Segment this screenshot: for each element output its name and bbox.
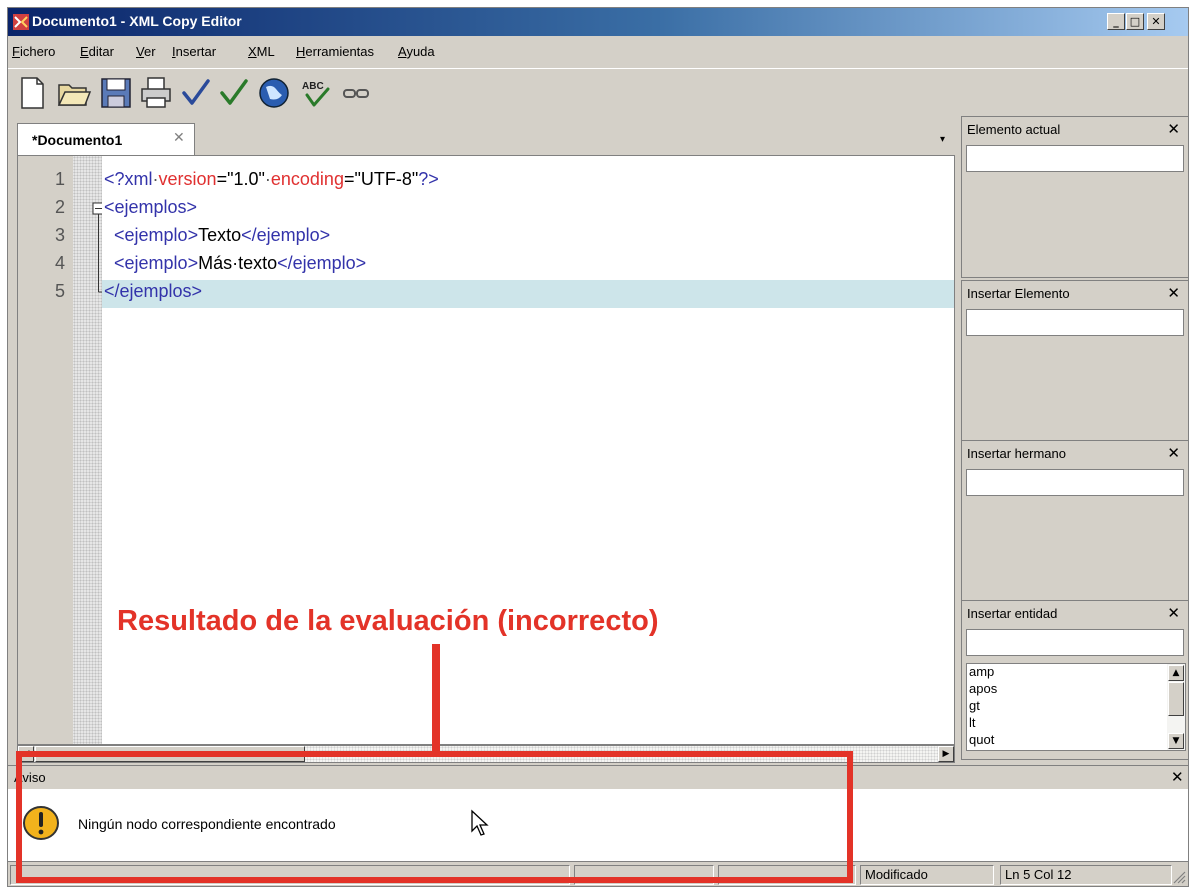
panel-insertar-elemento: Insertar Elemento ✕: [961, 280, 1188, 442]
attr-eq: =: [343, 169, 355, 189]
resize-grip-icon[interactable]: [1172, 870, 1186, 884]
pi-close: ?>: [418, 169, 439, 189]
open-tag: <ejemplo>: [114, 253, 199, 273]
code-line-3: <ejemplo>Texto</ejemplo>: [104, 225, 330, 246]
tab-documento1[interactable]: *Documento1 ✕: [17, 123, 195, 155]
code-line-4: <ejemplo>Más·texto</ejemplo>: [104, 253, 366, 274]
pi-name: xml: [124, 169, 153, 189]
check-wellformed-icon[interactable]: [178, 75, 214, 111]
line-number: 5: [54, 281, 65, 301]
close-tag: </ejemplos>: [104, 281, 203, 301]
tab-list-dropdown-icon[interactable]: ▾: [940, 135, 950, 145]
panel-title: Elemento actual: [967, 122, 1061, 137]
link-icon[interactable]: [338, 75, 374, 111]
scrollbar-thumb[interactable]: [1168, 682, 1184, 716]
close-tab-icon[interactable]: ✕: [173, 130, 185, 146]
menu-editar[interactable]: Editar: [80, 44, 114, 59]
print-icon[interactable]: [138, 75, 174, 111]
status-modified: Modificado: [860, 865, 994, 885]
validate-icon[interactable]: [216, 75, 252, 111]
browser-icon[interactable]: [256, 75, 292, 111]
maximize-button[interactable]: □: [1126, 13, 1144, 30]
fold-markers: [92, 202, 102, 293]
element-text: Más·texto: [198, 253, 278, 273]
menu-fichero[interactable]: Fichero: [12, 44, 55, 59]
line-number: 1: [54, 169, 65, 189]
pi-open: <?: [104, 169, 125, 189]
attr-value: "1.0": [227, 169, 265, 189]
open-folder-icon[interactable]: [56, 75, 92, 111]
close-aviso-icon[interactable]: ✕: [1171, 768, 1184, 786]
panel-insertar-entidad: Insertar entidad ✕ amp apos gt lt quot ▲…: [961, 600, 1188, 760]
line-number-gutter: 1 2 3 4 5: [18, 156, 73, 744]
scroll-down-icon[interactable]: ▼: [1168, 733, 1184, 749]
xml-copy-editor-icon: [13, 14, 29, 30]
menu-ver[interactable]: Ver: [136, 44, 156, 59]
close-tag: </ejemplo>: [241, 225, 331, 245]
panel-elemento-actual: Elemento actual ✕: [961, 116, 1188, 278]
minimize-button[interactable]: _: [1107, 13, 1125, 30]
menu-insertar[interactable]: Insertar: [172, 44, 216, 59]
code-line-2: <ejemplos>: [104, 197, 197, 218]
scroll-up-icon[interactable]: ▲: [1168, 665, 1184, 681]
insertar-hermano-field[interactable]: [966, 469, 1184, 496]
scroll-right-icon[interactable]: ▶: [938, 746, 954, 762]
line-number: 4: [54, 253, 65, 273]
annotation-pointer: [432, 644, 440, 754]
toolbar: ABC: [8, 68, 1188, 119]
panel-title: Insertar Elemento: [967, 286, 1070, 301]
title-bar[interactable]: Documento1 - XML Copy Editor _ □ ✕: [8, 8, 1188, 36]
attr-name: version: [158, 169, 217, 189]
close-tag: </ejemplo>: [277, 253, 367, 273]
close-panel-icon[interactable]: ✕: [1167, 284, 1180, 302]
close-window-button[interactable]: ✕: [1147, 13, 1165, 30]
element-text: Texto: [198, 225, 242, 245]
list-item[interactable]: amp: [969, 664, 994, 679]
tab-label: *Documento1: [32, 132, 123, 148]
insertar-elemento-field[interactable]: [966, 309, 1184, 336]
menu-herramientas[interactable]: Herramientas: [296, 44, 374, 59]
panel-insertar-hermano: Insertar hermano ✕: [961, 440, 1188, 602]
menu-ayuda[interactable]: Ayuda: [398, 44, 435, 59]
open-tag: <ejemplos>: [104, 197, 198, 217]
elemento-actual-field[interactable]: [966, 145, 1184, 172]
list-item[interactable]: quot: [969, 732, 994, 747]
attr-name: encoding: [270, 169, 344, 189]
svg-text:ABC: ABC: [302, 81, 324, 92]
menu-bar: Fichero Editar Ver Insertar XML Herramie…: [8, 40, 1188, 64]
annotation-highlight-box: [16, 751, 853, 883]
list-item[interactable]: lt: [969, 715, 976, 730]
code-line-5: </ejemplos>: [104, 281, 202, 302]
insertar-entidad-field[interactable]: [966, 629, 1184, 656]
code-line-1: <?xml·version="1.0"·encoding="UTF-8"?>: [104, 169, 439, 190]
list-vertical-scrollbar[interactable]: ▲ ▼: [1167, 664, 1185, 750]
app-window: Documento1 - XML Copy Editor _ □ ✕ Fiche…: [7, 7, 1189, 887]
status-position: Ln 5 Col 12: [1000, 865, 1172, 885]
spellcheck-icon[interactable]: ABC: [298, 75, 334, 111]
xml-editor[interactable]: 1 2 3 4 5 <?xml·version="1.0"·encoding="…: [17, 155, 955, 745]
attr-value: "UTF-8": [354, 169, 419, 189]
panel-title: Insertar hermano: [967, 446, 1066, 461]
annotation-label: Resultado de la evaluación (incorrecto): [117, 605, 659, 637]
list-item[interactable]: apos: [969, 681, 997, 696]
window-title: Documento1 - XML Copy Editor: [32, 13, 242, 29]
current-line-highlight: [102, 280, 954, 308]
line-number: 3: [54, 225, 65, 245]
list-item[interactable]: gt: [969, 698, 980, 713]
attr-eq: =: [216, 169, 228, 189]
close-panel-icon[interactable]: ✕: [1167, 120, 1180, 138]
panel-title: Insertar entidad: [967, 606, 1058, 621]
line-number: 2: [54, 197, 65, 217]
close-panel-icon[interactable]: ✕: [1167, 444, 1180, 462]
entity-list[interactable]: amp apos gt lt quot ▲ ▼: [966, 663, 1186, 751]
close-panel-icon[interactable]: ✕: [1167, 604, 1180, 622]
open-tag: <ejemplo>: [114, 225, 199, 245]
menu-xml[interactable]: XML: [248, 44, 275, 59]
save-icon[interactable]: [98, 75, 134, 111]
new-document-icon[interactable]: [14, 75, 50, 111]
